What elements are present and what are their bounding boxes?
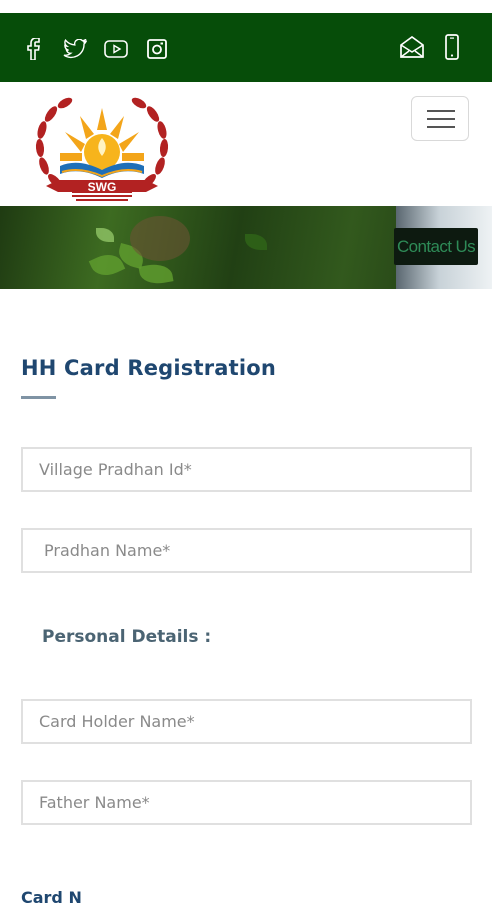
logo-text: SWG	[88, 180, 117, 194]
phone-icon[interactable]	[440, 34, 464, 60]
menu-toggle-button[interactable]	[411, 96, 469, 141]
email-icon[interactable]	[398, 35, 426, 59]
contact-us-label: Contact Us	[396, 236, 476, 256]
contact-links	[398, 34, 464, 60]
youtube-icon[interactable]	[104, 37, 128, 61]
pradhan-name-field[interactable]	[21, 528, 472, 573]
personal-details-heading: Personal Details :	[42, 627, 212, 647]
social-links	[22, 37, 169, 61]
site-header: SWG	[0, 82, 492, 206]
hamburger-menu-icon	[427, 110, 455, 112]
village-pradhan-id-field[interactable]	[21, 447, 472, 492]
contact-us-button[interactable]: Contact Us	[394, 228, 478, 265]
father-name-field[interactable]	[21, 780, 472, 825]
facebook-icon[interactable]	[22, 37, 46, 61]
instagram-icon[interactable]	[145, 37, 169, 61]
card-number-label: Card N	[21, 888, 82, 907]
card-holder-name-field[interactable]	[21, 699, 472, 744]
title-underline	[21, 396, 56, 399]
twitter-icon[interactable]	[63, 37, 87, 61]
mortar-decoration	[130, 216, 190, 261]
page-title: HH Card Registration	[21, 356, 277, 380]
hero-banner: Contact Us	[0, 206, 492, 289]
swg-logo[interactable]: SWG	[32, 96, 172, 208]
top-bar	[0, 13, 492, 82]
